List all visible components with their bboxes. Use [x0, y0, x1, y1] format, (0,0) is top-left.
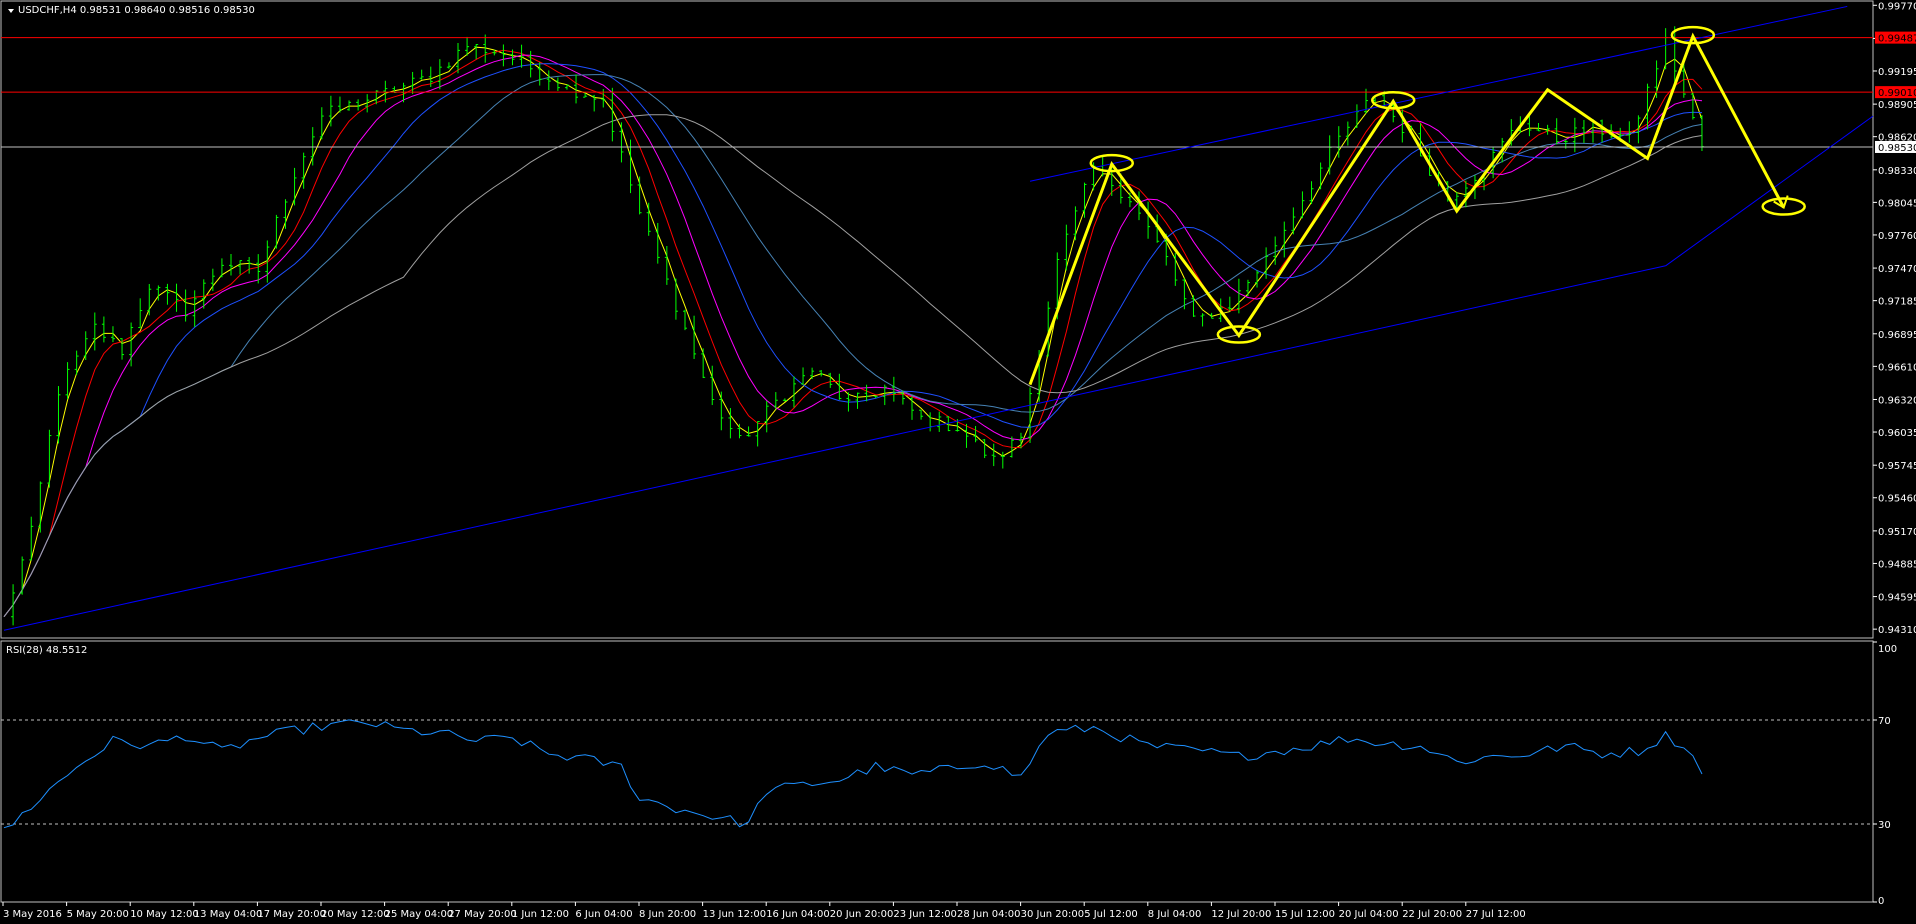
trading-chart[interactable]: 0.997700.994800.991950.989050.986200.983…	[0, 0, 1916, 924]
price-axis-label: 0.98905	[1878, 100, 1916, 111]
resistance-price-label: 0.99487	[1878, 34, 1916, 45]
time-axis-label: 28 Jun 04:00	[957, 909, 1021, 920]
symbol-quote-text: USDCHF,H4 0.98531 0.98640 0.98516 0.9853…	[18, 5, 255, 16]
time-axis-label: 5 May 20:00	[67, 909, 129, 920]
price-axis-label: 0.95745	[1878, 461, 1916, 472]
time-axis-label: 10 May 12:00	[130, 909, 199, 920]
time-axis-label: 6 Jun 04:00	[575, 909, 632, 920]
price-axis-label: 0.97185	[1878, 297, 1916, 308]
price-axis-label: 0.94885	[1878, 559, 1916, 570]
time-axis-label: 5 Jul 12:00	[1084, 909, 1138, 920]
time-axis-label: 27 May 20:00	[448, 909, 517, 920]
price-axis-label: 0.96895	[1878, 330, 1916, 341]
time-axis-label: 16 Jun 04:00	[766, 909, 830, 920]
time-axis-label: 15 Jul 12:00	[1275, 909, 1335, 920]
price-axis-label: 0.96035	[1878, 428, 1916, 439]
price-axis-label: 0.94310	[1878, 625, 1916, 636]
price-axis-label: 0.97470	[1878, 264, 1916, 275]
resistance-price-label: 0.99010	[1878, 88, 1916, 99]
price-axis-label: 0.96320	[1878, 395, 1916, 406]
time-axis-label: 20 May 12:00	[321, 909, 390, 920]
price-axis-label: 0.94595	[1878, 593, 1916, 604]
time-axis-label: 30 Jun 20:00	[1021, 909, 1085, 920]
time-axis-label: 8 Jul 04:00	[1148, 909, 1202, 920]
rsi-header-text: RSI(28) 48.5512	[6, 645, 87, 656]
time-axis-label: 3 May 2016	[3, 909, 62, 920]
price-axis-label: 0.97760	[1878, 231, 1916, 242]
time-axis-label: 22 Jul 20:00	[1402, 909, 1462, 920]
time-axis-label: 27 Jul 12:00	[1466, 909, 1526, 920]
chart-background	[0, 0, 1916, 924]
time-axis-label: 1 Jun 12:00	[512, 909, 569, 920]
rsi-axis-label: 100	[1878, 644, 1897, 655]
rsi-axis-label: 30	[1878, 820, 1891, 831]
time-axis-label: 17 May 20:00	[257, 909, 326, 920]
time-axis-label: 13 Jun 12:00	[703, 909, 767, 920]
price-axis-label: 0.98045	[1878, 198, 1916, 209]
price-axis-label: 0.99195	[1878, 67, 1916, 78]
time-axis-label: 12 Jul 20:00	[1211, 909, 1271, 920]
time-axis-label: 20 Jul 04:00	[1339, 909, 1399, 920]
time-axis-label: 8 Jun 20:00	[639, 909, 696, 920]
rsi-axis-label: 70	[1878, 716, 1891, 727]
time-axis-label: 23 Jun 12:00	[893, 909, 957, 920]
price-axis-label: 0.98330	[1878, 166, 1916, 177]
rsi-axis-label: 0	[1878, 896, 1884, 907]
price-axis-label: 0.95460	[1878, 494, 1916, 505]
time-axis-label: 25 May 04:00	[385, 909, 454, 920]
time-axis-label: 13 May 04:00	[194, 909, 263, 920]
price-axis-label: 0.96610	[1878, 362, 1916, 373]
symbol-header: USDCHF,H4 0.98531 0.98640 0.98516 0.9853…	[8, 5, 255, 16]
current-price-label: 0.98530	[1878, 143, 1916, 154]
price-axis-label: 0.99770	[1878, 1, 1916, 12]
time-axis-label: 20 Jun 20:00	[830, 909, 894, 920]
price-axis-label: 0.95170	[1878, 527, 1916, 538]
